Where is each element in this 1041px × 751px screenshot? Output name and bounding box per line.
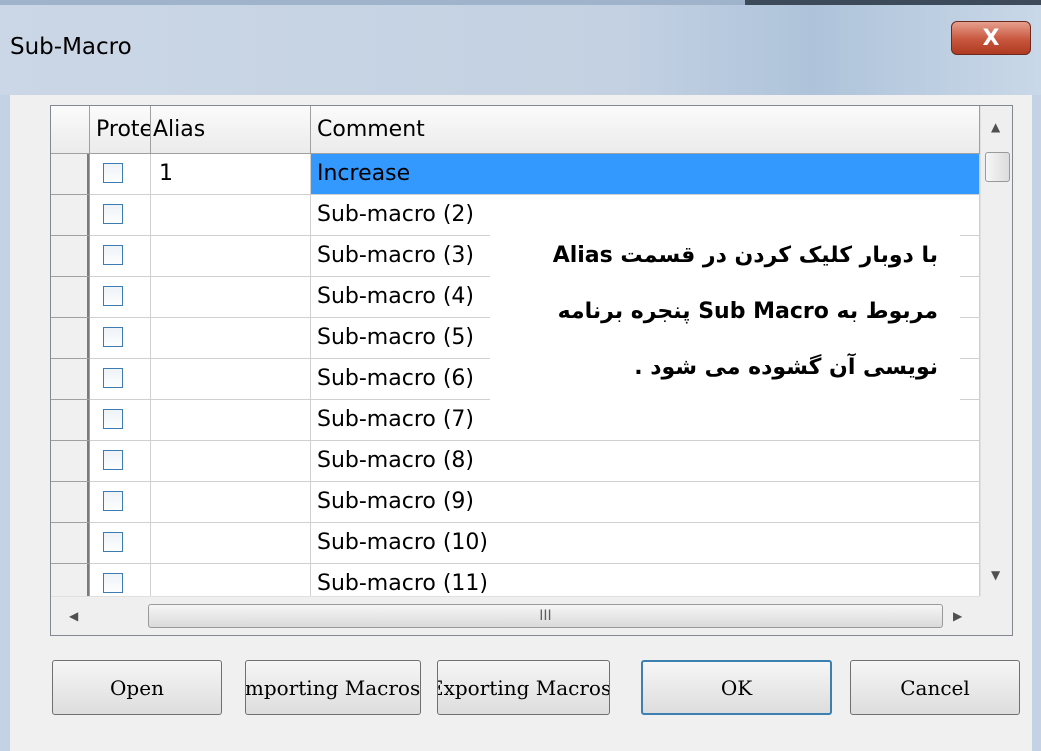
comment-cell[interactable]: Sub-macro (9) [311, 482, 980, 523]
annotation-line-2: مربوط به Sub Macro پنجره برنامه [557, 299, 938, 324]
exporting-macros-label: Exporting Macros [437, 675, 610, 700]
protect-cell [90, 277, 151, 318]
alias-cell[interactable]: 1 [151, 154, 311, 195]
comment-cell[interactable]: Increase [311, 154, 980, 195]
protect-checkbox[interactable] [103, 409, 123, 429]
protect-cell [90, 154, 151, 195]
close-icon: X [982, 25, 1000, 51]
protect-cell [90, 441, 151, 482]
protect-checkbox[interactable] [103, 368, 123, 388]
protect-cell [90, 523, 151, 564]
row-header[interactable] [51, 523, 90, 564]
protect-cell [90, 482, 151, 523]
table-row[interactable]: Sub-macro (8) [51, 441, 980, 482]
protect-checkbox[interactable] [103, 163, 123, 183]
alias-cell[interactable] [151, 359, 311, 400]
alias-cell[interactable] [151, 236, 311, 277]
scroll-down-arrow-icon[interactable]: ▼ [991, 568, 1000, 582]
horizontal-scroll-thumb[interactable]: III [148, 604, 943, 628]
annotation-line-1: با دوبار کلیک کردن در قسمت Alias [552, 243, 938, 268]
table-row[interactable]: Sub-macro (9) [51, 482, 980, 523]
scroll-right-arrow-icon[interactable]: ▶ [953, 609, 962, 623]
row-header[interactable] [51, 400, 90, 441]
alias-cell[interactable] [151, 277, 311, 318]
protect-checkbox[interactable] [103, 204, 123, 224]
importing-macros-label: Importing Macros [245, 675, 421, 700]
header-corner [51, 106, 90, 154]
protect-checkbox[interactable] [103, 573, 123, 593]
title-top-edge [0, 0, 1041, 5]
alias-cell[interactable] [151, 318, 311, 359]
alias-cell[interactable] [151, 482, 311, 523]
scroll-up-arrow-icon[interactable]: ▲ [991, 120, 1000, 134]
window-frame-right [1032, 95, 1041, 751]
row-header[interactable] [51, 154, 90, 195]
column-header-comment[interactable]: Comment [311, 106, 980, 154]
title-bar[interactable]: Sub-Macro X [0, 0, 1041, 95]
row-header[interactable] [51, 482, 90, 523]
column-header-protect[interactable]: Prote [90, 106, 151, 154]
protect-cell [90, 318, 151, 359]
scroll-corner [980, 596, 1012, 635]
scroll-grip-icon: III [539, 608, 552, 624]
open-button[interactable]: Open [52, 660, 222, 715]
alias-cell[interactable] [151, 195, 311, 236]
row-header[interactable] [51, 441, 90, 482]
alias-cell[interactable] [151, 400, 311, 441]
protect-cell [90, 236, 151, 277]
scroll-left-arrow-icon[interactable]: ◀ [69, 609, 78, 623]
exporting-macros-button[interactable]: Exporting Macros [437, 660, 610, 715]
protect-checkbox[interactable] [103, 450, 123, 470]
alias-cell[interactable] [151, 441, 311, 482]
protect-cell [90, 359, 151, 400]
row-header[interactable] [51, 359, 90, 400]
importing-macros-button[interactable]: Importing Macros [245, 660, 421, 715]
annotation-line-3: نویسی آن گشوده می شود . [634, 355, 938, 380]
annotation-callout: با دوبار کلیک کردن در قسمت Alias مربوط ب… [490, 225, 960, 409]
window-frame-left [0, 95, 10, 751]
comment-cell[interactable]: Sub-macro (10) [311, 523, 980, 564]
column-header-alias[interactable]: Alias [151, 106, 311, 154]
row-header[interactable] [51, 277, 90, 318]
vertical-scroll-thumb[interactable] [985, 152, 1010, 182]
protect-checkbox[interactable] [103, 286, 123, 306]
vertical-scrollbar[interactable]: ▲ ▼ [980, 106, 1012, 596]
comment-cell[interactable]: Sub-macro (8) [311, 441, 980, 482]
protect-checkbox[interactable] [103, 245, 123, 265]
horizontal-scrollbar[interactable]: ◀ III ▶ [51, 596, 980, 635]
close-button[interactable]: X [951, 21, 1031, 55]
protect-checkbox[interactable] [103, 532, 123, 552]
protect-cell [90, 400, 151, 441]
table-row[interactable]: 1 Increase [51, 154, 980, 195]
ok-button[interactable]: OK [641, 660, 832, 715]
protect-checkbox[interactable] [103, 327, 123, 347]
table-row[interactable]: Sub-macro (10) [51, 523, 980, 564]
protect-cell [90, 195, 151, 236]
window-title: Sub-Macro [10, 34, 132, 60]
protect-checkbox[interactable] [103, 491, 123, 511]
row-header[interactable] [51, 236, 90, 277]
cancel-button[interactable]: Cancel [850, 660, 1020, 715]
row-header[interactable] [51, 318, 90, 359]
alias-cell[interactable] [151, 523, 311, 564]
row-header[interactable] [51, 195, 90, 236]
